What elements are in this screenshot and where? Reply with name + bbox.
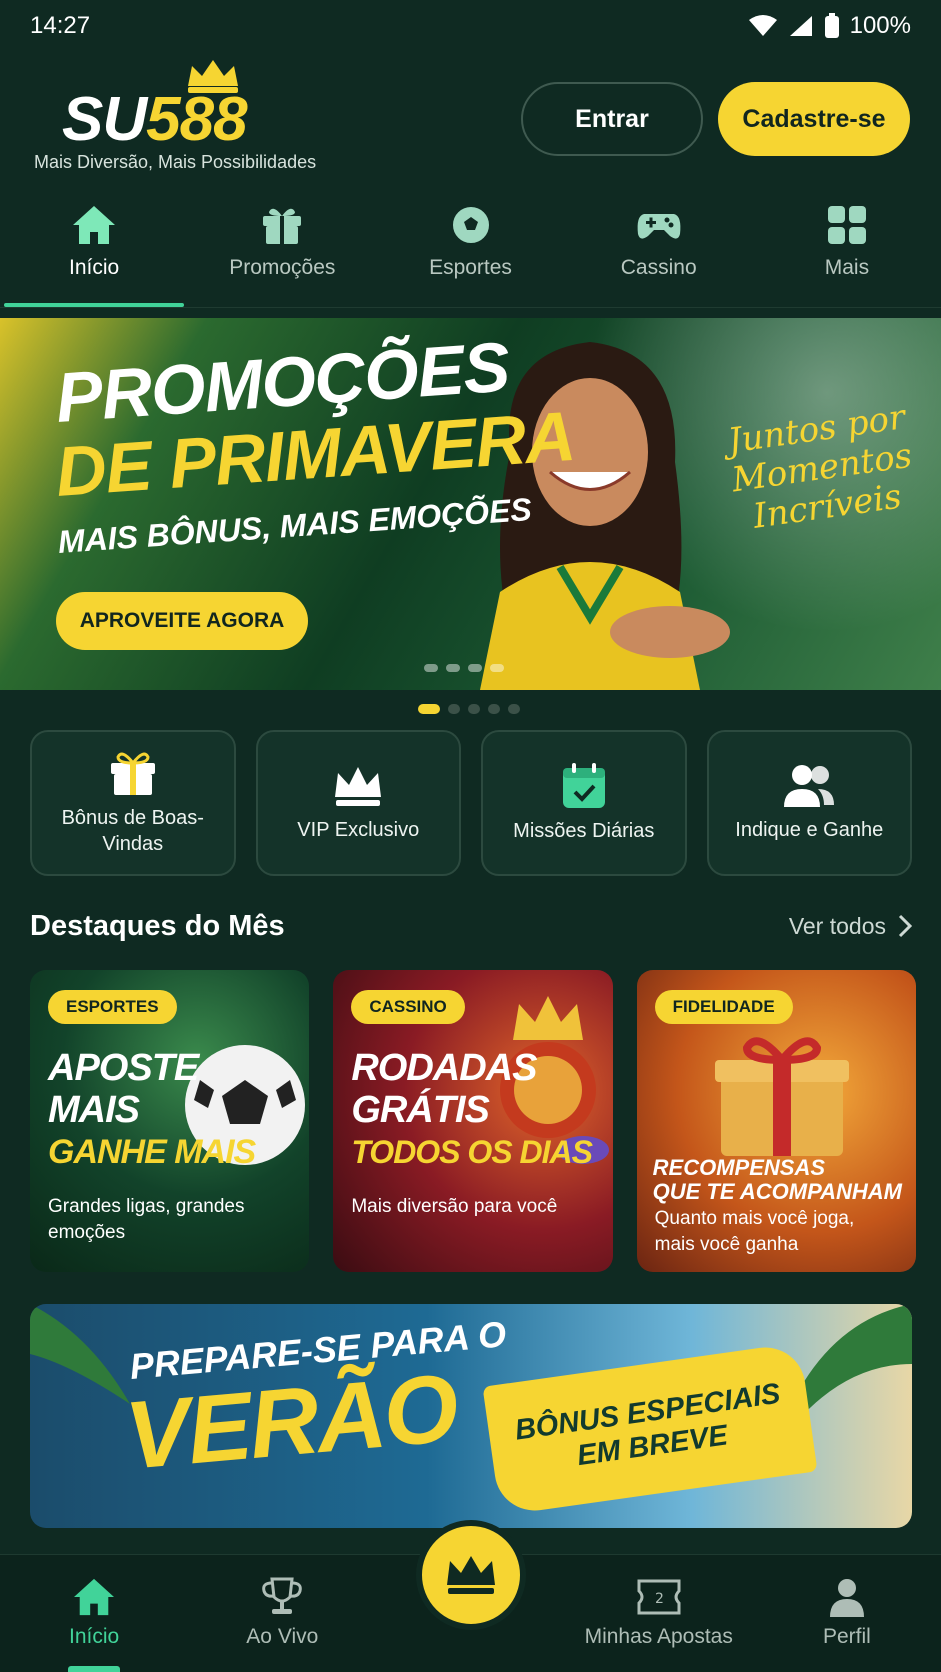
calendar-check-icon [562, 763, 605, 808]
logo[interactable]: SU588 Mais Diversão, Mais Possibilidades [34, 56, 364, 176]
hero-inner-dots [424, 664, 504, 672]
inner-dot [490, 664, 504, 672]
gift-icon [263, 208, 302, 244]
status-bar: 14:27 100% [0, 0, 941, 52]
trophy-icon [262, 1577, 303, 1614]
battery-icon [824, 13, 839, 38]
ticket-icon: 2 [637, 1579, 681, 1615]
inner-dot [446, 664, 460, 672]
highlights-header: Destaques do Mês Ver todos [30, 904, 912, 948]
card-badge: CASSINO [351, 990, 465, 1024]
tab-esportes[interactable]: Esportes [376, 190, 564, 307]
top-nav: Início Promoções Esportes Cassino Mais [0, 190, 941, 308]
tab-inicio[interactable]: Início [0, 190, 188, 307]
battery-level: 100% [849, 12, 911, 39]
highlights-cards: ESPORTES APOSTE MAIS GANHE MAIS Grandes … [30, 970, 916, 1272]
users-icon [784, 765, 835, 807]
home-icon [74, 1578, 115, 1616]
see-all-label: Ver todos [788, 912, 886, 939]
soccer-ball-icon [450, 205, 491, 245]
bottom-nav-inicio[interactable]: Início [0, 1555, 188, 1672]
quick-action-label: Missões Diárias [513, 820, 655, 842]
card-title-line1: RECOMPENSAS [652, 1155, 826, 1180]
status-time: 14:27 [30, 12, 91, 39]
hero-banner[interactable]: PROMOÇÕES DE PRIMAVERA MAIS BÔNUS, MAIS … [0, 318, 941, 690]
card-title-line3: TODOS OS DIAS [351, 1134, 593, 1170]
wifi-icon [748, 15, 777, 36]
tab-label: Início [69, 256, 120, 279]
tab-label: Mais [824, 256, 870, 279]
carousel-dot[interactable] [488, 704, 500, 714]
logo-text: SU588 [62, 84, 248, 155]
card-title-line1: APOSTE [48, 1047, 199, 1089]
logo-tagline: Mais Diversão, Mais Possibilidades [34, 152, 317, 172]
login-button[interactable]: Entrar [521, 82, 703, 156]
quick-action-daily-missions[interactable]: Missões Diárias [481, 730, 687, 876]
gift-box-illustration [714, 1037, 849, 1156]
tab-cassino[interactable]: Cassino [565, 190, 753, 307]
card-description: Quanto mais você joga, mais você ganha [654, 1208, 855, 1255]
summer-banner[interactable]: PREPARE-SE PARA O VERÃO BÔNUS ESPECIAIS … [30, 1304, 912, 1528]
bottom-nav-ao-vivo[interactable]: Ao Vivo [188, 1555, 376, 1672]
bottom-nav-label: Início [69, 1625, 120, 1648]
bottom-nav-perfil[interactable]: Perfil [753, 1555, 941, 1672]
card-title-line2: MAIS [48, 1089, 140, 1131]
crown-icon [335, 767, 382, 806]
carousel-dot-active[interactable] [418, 704, 440, 714]
carousel-dot[interactable] [508, 704, 520, 714]
tab-mais[interactable]: Mais [753, 190, 941, 307]
summer-brush-label: BÔNUS ESPECIAIS EM BREVE [482, 1342, 818, 1516]
card-title-line1: RODADAS [351, 1047, 537, 1089]
crown-icon [447, 1556, 495, 1594]
svg-text:2: 2 [655, 1591, 664, 1607]
header: SU588 Mais Diversão, Mais Possibilidades… [0, 52, 941, 182]
gamepad-icon [637, 214, 681, 239]
hero-cta-button[interactable]: APROVEITE AGORA [56, 592, 308, 650]
user-icon [829, 1579, 864, 1617]
gift-icon [110, 752, 155, 795]
inner-dot [468, 664, 482, 672]
highlight-card-casino[interactable]: CASSINO RODADAS GRÁTIS TODOS OS DIAS Mai… [333, 970, 613, 1272]
bottom-nav-label: Minhas Apostas [584, 1625, 733, 1648]
card-title-line2: GRÁTIS [351, 1089, 490, 1131]
logo-su: SU [62, 85, 147, 154]
highlight-card-loyalty[interactable]: FIDELIDADE RECOMPENSAS QUE TE ACOMPANHAM… [636, 970, 916, 1272]
bottom-nav-label: Ao Vivo [246, 1625, 319, 1648]
quick-action-label: Bônus de Boas-Vindas [61, 807, 204, 855]
quick-action-label: VIP Exclusivo [297, 819, 420, 841]
section-title: Destaques do Mês [30, 909, 285, 942]
status-icons: 100% [748, 12, 911, 40]
quick-actions: Bônus de Boas-Vindas VIP Exclusivo Missõ… [30, 730, 912, 876]
grid-icon [827, 206, 866, 244]
tab-label: Cassino [620, 256, 697, 279]
tab-label: Esportes [429, 256, 512, 279]
highlight-card-sports[interactable]: ESPORTES APOSTE MAIS GANHE MAIS Grandes … [30, 970, 310, 1272]
carousel-dot[interactable] [468, 704, 480, 714]
tab-promocoes[interactable]: Promoções [188, 190, 376, 307]
quick-action-vip[interactable]: VIP Exclusivo [255, 730, 461, 876]
inner-dot [424, 664, 438, 672]
card-title-line2: QUE TE ACOMPANHAM [652, 1179, 902, 1204]
chevron-right-icon [898, 914, 912, 938]
carousel-indicator [418, 704, 520, 714]
carousel-dot[interactable] [448, 704, 460, 714]
bottom-nav-label: Perfil [822, 1625, 871, 1648]
center-vip-button[interactable] [416, 1520, 526, 1630]
card-description: Mais diversão para você [351, 1196, 558, 1217]
card-badge: FIDELIDADE [654, 990, 793, 1024]
home-icon [73, 206, 116, 244]
tab-label: Promoções [229, 256, 336, 279]
logo-number: 588 [146, 85, 247, 154]
quick-action-welcome-bonus[interactable]: Bônus de Boas-Vindas [30, 730, 236, 876]
card-badge: ESPORTES [48, 990, 177, 1024]
card-description: Grandes ligas, grandes emoções [48, 1196, 245, 1243]
signup-button[interactable]: Cadastre-se [718, 82, 910, 156]
card-title-line3: GANHE MAIS [48, 1133, 256, 1171]
bottom-nav-minhas-apostas[interactable]: 2 Minhas Apostas [565, 1555, 753, 1672]
quick-action-label: Indique e Ganhe [735, 819, 884, 841]
see-all-link[interactable]: Ver todos [789, 913, 912, 940]
quick-action-refer[interactable]: Indique e Ganhe [706, 730, 912, 876]
signal-icon [789, 16, 812, 36]
